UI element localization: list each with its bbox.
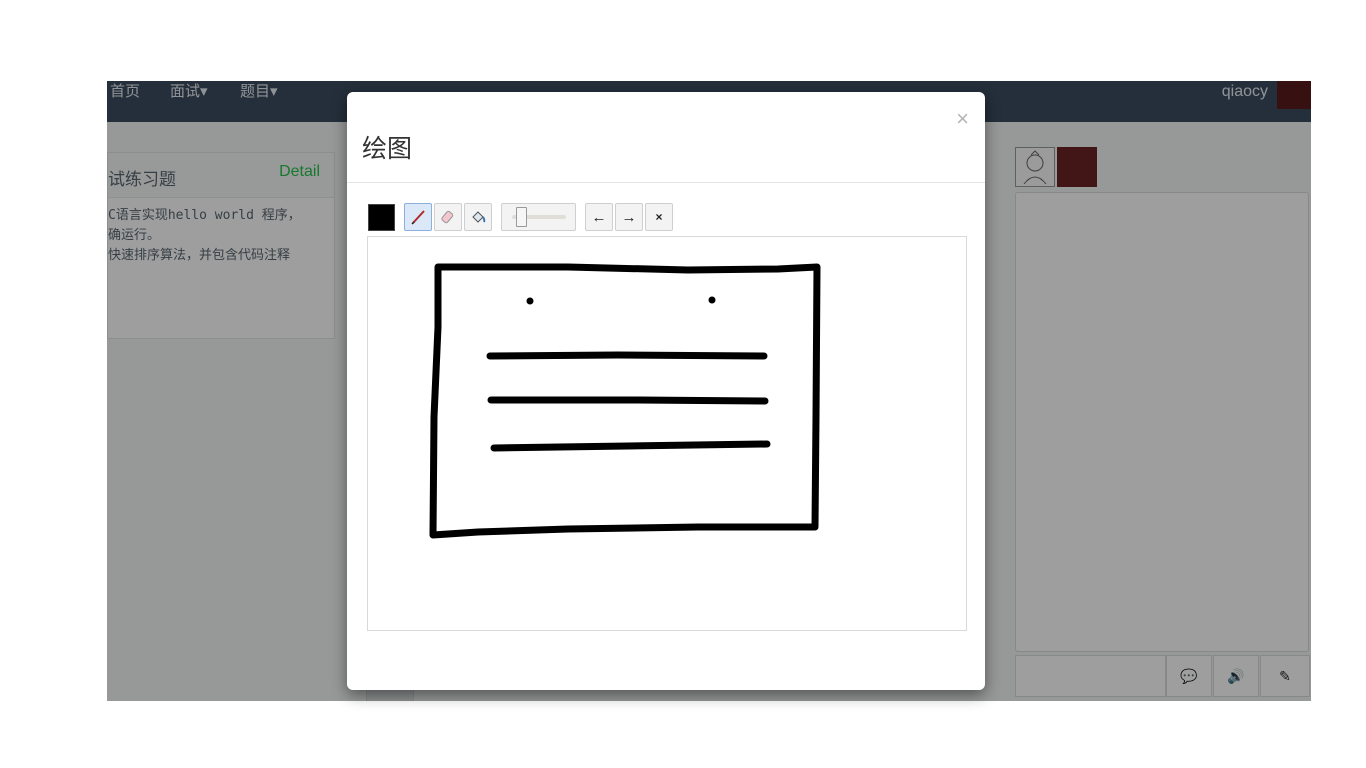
sketch-drawing	[429, 263, 821, 539]
slider-track	[511, 207, 566, 227]
eraser-tool-button[interactable]	[434, 203, 462, 231]
sketch-line	[487, 396, 769, 405]
sketch-line	[486, 351, 768, 360]
redo-button[interactable]: →	[615, 203, 643, 231]
modal-header: 绘图 ×	[347, 92, 985, 183]
slider-handle[interactable]	[515, 207, 527, 227]
color-picker[interactable]	[368, 204, 395, 231]
pencil-icon	[411, 210, 425, 225]
brush-size-slider[interactable]	[501, 203, 576, 231]
modal-title: 绘图	[362, 135, 413, 163]
sketch-line	[490, 440, 771, 452]
drawing-canvas[interactable]	[367, 236, 967, 631]
undo-button[interactable]: ←	[585, 203, 613, 231]
fill-tool-button[interactable]	[464, 203, 492, 231]
eraser-icon	[441, 210, 454, 224]
drawing-modal: 绘图 × ← → ×	[347, 92, 985, 690]
close-icon[interactable]: ×	[956, 106, 969, 132]
sketch-dot	[526, 297, 534, 305]
pencil-tool-button[interactable]	[404, 203, 432, 231]
clear-canvas-button[interactable]: ×	[645, 203, 673, 231]
sketch-dot	[708, 296, 716, 304]
paint-bucket-icon	[472, 211, 486, 223]
